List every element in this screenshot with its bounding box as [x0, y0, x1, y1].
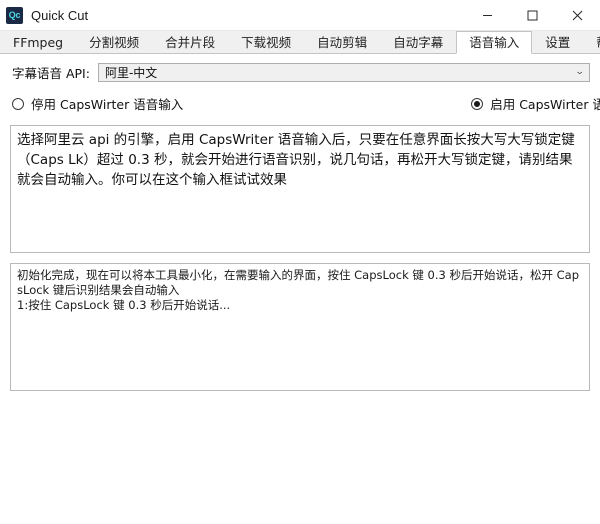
voice-input-text: 选择阿里云 api 的引擎，启用 CapsWriter 语音输入后，只要在任意界… — [17, 130, 584, 190]
tab-voice-input[interactable]: 语音输入 — [456, 31, 532, 54]
tab-bar: FFmpeg 分割视频 合并片段 下载视频 自动剪辑 自动字幕 语音输入 设置 … — [0, 31, 600, 54]
tab-download-video[interactable]: 下载视频 — [228, 31, 304, 53]
minimize-icon — [482, 10, 493, 21]
window-title: Quick Cut — [31, 8, 88, 23]
api-label: 字幕语音 API: — [12, 63, 90, 82]
app-logo-icon: Qc — [6, 7, 23, 24]
radio-disable-capswriter[interactable]: 停用 CapsWirter 语音输入 — [12, 94, 183, 113]
tab-settings[interactable]: 设置 — [532, 31, 583, 53]
tab-merge-clips[interactable]: 合并片段 — [152, 31, 228, 53]
maximize-button[interactable] — [510, 0, 555, 30]
maximize-icon — [527, 10, 538, 21]
minimize-button[interactable] — [465, 0, 510, 30]
radio-enable-label: 启用 CapsWirter 语音输入 — [490, 94, 600, 113]
tab-split-video[interactable]: 分割视频 — [76, 31, 152, 53]
api-row: 字幕语音 API: 阿里-中文 ⌄ — [0, 63, 600, 82]
close-button[interactable] — [555, 0, 600, 30]
voice-input-textarea[interactable]: 选择阿里云 api 的引擎，启用 CapsWriter 语音输入后，只要在任意界… — [10, 125, 590, 253]
tab-help[interactable]: 帮助 — [583, 31, 600, 53]
tab-ffmpeg[interactable]: FFmpeg — [0, 31, 76, 53]
api-dropdown[interactable]: 阿里-中文 ⌄ — [98, 63, 590, 82]
tab-auto-subtitle[interactable]: 自动字幕 — [380, 31, 456, 53]
radio-disable-label: 停用 CapsWirter 语音输入 — [31, 94, 183, 113]
close-icon — [572, 10, 583, 21]
chevron-down-icon: ⌄ — [575, 68, 585, 77]
log-output-text: 初始化完成，现在可以将本工具最小化，在需要输入的界面，按住 CapsLock 键… — [17, 268, 584, 313]
radio-enable-capswriter[interactable]: 启用 CapsWirter 语音输入 — [471, 94, 600, 113]
tab-auto-edit[interactable]: 自动剪辑 — [304, 31, 380, 53]
window-controls — [465, 0, 600, 30]
radio-selected-icon — [471, 98, 483, 110]
log-output-textarea[interactable]: 初始化完成，现在可以将本工具最小化，在需要输入的界面，按住 CapsLock 键… — [10, 263, 590, 391]
capswriter-mode-radio-group: 停用 CapsWirter 语音输入 启用 CapsWirter 语音输入 — [0, 94, 600, 113]
api-dropdown-value: 阿里-中文 — [105, 64, 157, 81]
radio-unselected-icon — [12, 98, 24, 110]
title-bar: Qc Quick Cut — [0, 0, 600, 31]
